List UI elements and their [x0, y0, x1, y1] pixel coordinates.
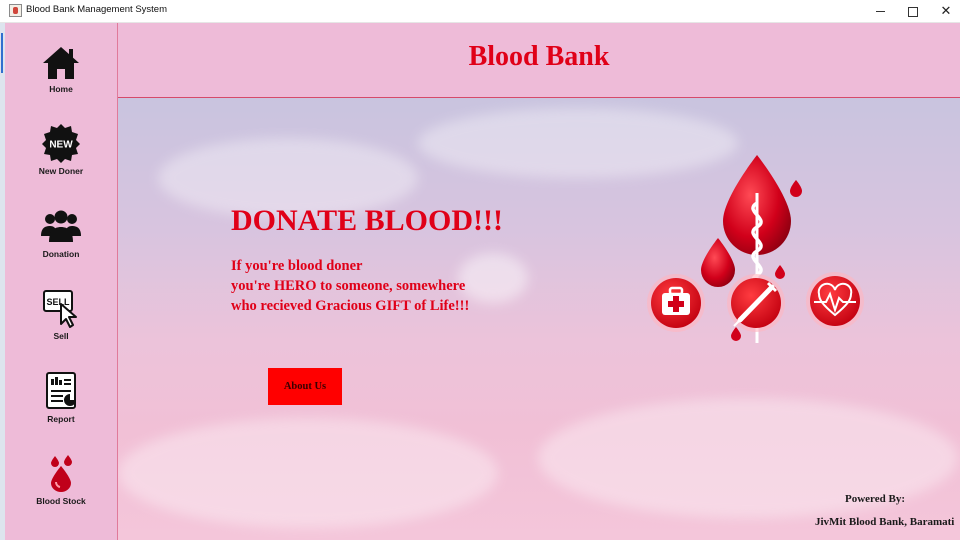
report-icon [41, 370, 81, 410]
new-badge-icon: NEW [41, 123, 81, 163]
svg-text:NEW: NEW [49, 140, 73, 151]
blood-drops-icon [41, 452, 81, 492]
sidebar-item-donation[interactable]: Donation [5, 203, 117, 283]
tagline-line: you're HERO to someone, somewhere [231, 278, 466, 294]
app-header: Blood Bank [118, 23, 960, 98]
sidebar-item-label: Home [49, 84, 73, 94]
blood-donation-illustration [638, 153, 878, 353]
powered-by-organization: JivMit Blood Bank, Baramati [815, 516, 955, 528]
java-app-icon [9, 4, 22, 17]
sidebar-item-blood-stock[interactable]: Blood Stock [5, 450, 117, 530]
close-icon: ✕ [940, 3, 952, 18]
sidebar-item-label: New Doner [38, 166, 84, 176]
background-cloud [118, 418, 498, 528]
background-cloud [458, 253, 528, 303]
about-us-button[interactable]: About Us [268, 368, 342, 405]
window-title: Blood Bank Management System [26, 4, 167, 15]
sidebar-item-home[interactable]: Home [5, 38, 117, 118]
sidebar-item-sell[interactable]: SELL Sell [5, 285, 117, 365]
home-icon [41, 43, 81, 83]
sidebar-item-report[interactable]: Report [5, 368, 117, 448]
sell-cursor-icon: SELL [41, 288, 81, 328]
sidebar-item-label: Blood Stock [36, 496, 86, 506]
maximize-icon [908, 6, 918, 17]
main-panel: DONATE BLOOD!!! If you're blood doner yo… [118, 98, 960, 540]
minimize-icon [875, 11, 885, 13]
donate-headline: DONATE BLOOD!!! [231, 204, 503, 237]
sidebar-item-label: Sell [53, 331, 69, 341]
close-button[interactable]: ✕ [930, 0, 960, 22]
syringe-icon [727, 274, 785, 332]
people-group-icon [41, 206, 81, 246]
medical-kit-icon [647, 274, 705, 332]
sidebar-item-label: Donation [42, 249, 80, 259]
maximize-button[interactable] [897, 0, 929, 22]
sidebar: Home NEW New Doner Donation SELL Sell Re… [5, 23, 118, 540]
minimize-button[interactable] [864, 0, 896, 22]
sidebar-item-new-doner[interactable]: NEW New Doner [5, 120, 117, 200]
svg-text:SELL: SELL [46, 297, 70, 307]
page-title: Blood Bank [468, 41, 610, 72]
window-title-bar: Blood Bank Management System ✕ [0, 0, 960, 23]
heartbeat-icon [806, 272, 864, 330]
sidebar-item-label: Report [47, 414, 75, 424]
powered-by-label: Powered By: [845, 493, 905, 505]
tagline-line: who recieved Gracious GIFT of Life!!! [231, 298, 470, 314]
tagline-line: If you're blood doner [231, 258, 363, 274]
